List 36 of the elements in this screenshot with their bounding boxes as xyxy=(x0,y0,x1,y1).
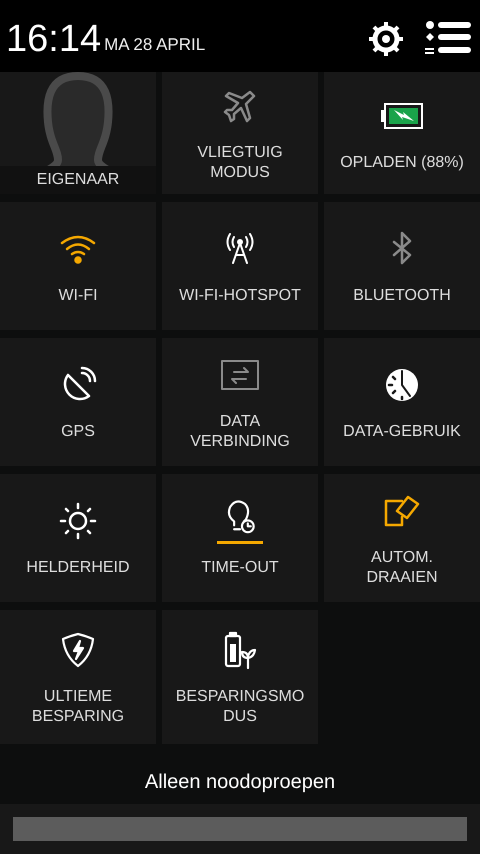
quick-setting-tile[interactable]: WI-FI xyxy=(0,202,156,330)
tile-label: GPS xyxy=(61,422,95,442)
quick-setting-tile[interactable]: TIME-OUT xyxy=(162,474,318,602)
tile-label: AUTOM. DRAAIEN xyxy=(366,548,438,588)
quick-setting-tile[interactable]: BESPARINGSMO DUS xyxy=(162,610,318,744)
quick-setting-tile[interactable]: DATA VERBINDING xyxy=(162,338,318,466)
tile-label: WI-FI xyxy=(58,286,98,306)
carrier-status: Alleen noodoproepen xyxy=(144,770,336,795)
quick-setting-tile[interactable]: WI-FI-HOTSPOT xyxy=(162,202,318,330)
tile-label: HELDERHEID xyxy=(26,558,130,578)
quick-setting-tile[interactable]: VLIEGTUIG MODUS xyxy=(162,72,318,194)
sun-icon xyxy=(58,501,98,541)
date-label: MA 28 APRIL xyxy=(104,35,206,55)
quick-setting-tile[interactable]: OPLADEN (88%) xyxy=(324,72,480,194)
quick-setting-tile[interactable]: BLUETOOTH xyxy=(324,202,480,330)
quick-setting-tile[interactable]: AUTOM. DRAAIEN xyxy=(324,474,480,602)
settings-icon[interactable] xyxy=(368,21,404,57)
quick-setting-tile[interactable]: DATA-GEBRUIK xyxy=(324,338,480,466)
tile-label: ULTIEME BESPARING xyxy=(32,687,124,727)
tile-label: EIGENAAR xyxy=(0,166,156,194)
tile-label: WI-FI-HOTSPOT xyxy=(179,286,301,306)
quick-setting-tile[interactable]: GPS xyxy=(0,338,156,466)
battery-charging-icon xyxy=(380,102,424,130)
tile-label: BLUETOOTH xyxy=(353,286,451,306)
quick-setting-tile[interactable]: ULTIEME BESPARING xyxy=(0,610,156,744)
clock-time: 16:14 xyxy=(6,18,102,60)
tile-label: OPLADEN (88%) xyxy=(340,153,464,173)
owner-tile[interactable]: EIGENAAR xyxy=(0,72,156,194)
drag-handle[interactable] xyxy=(13,817,467,841)
tile-label: BESPARINGSMO DUS xyxy=(176,687,304,727)
tile-label: TIME-OUT xyxy=(201,558,279,578)
notification-list-icon[interactable] xyxy=(424,21,472,57)
tile-label: DATA-GEBRUIK xyxy=(343,422,461,442)
tile-label: VLIEGTUIG MODUS xyxy=(197,143,283,183)
quick-setting-tile[interactable]: HELDERHEID xyxy=(0,474,156,602)
tile-label: DATA VERBINDING xyxy=(190,412,290,452)
